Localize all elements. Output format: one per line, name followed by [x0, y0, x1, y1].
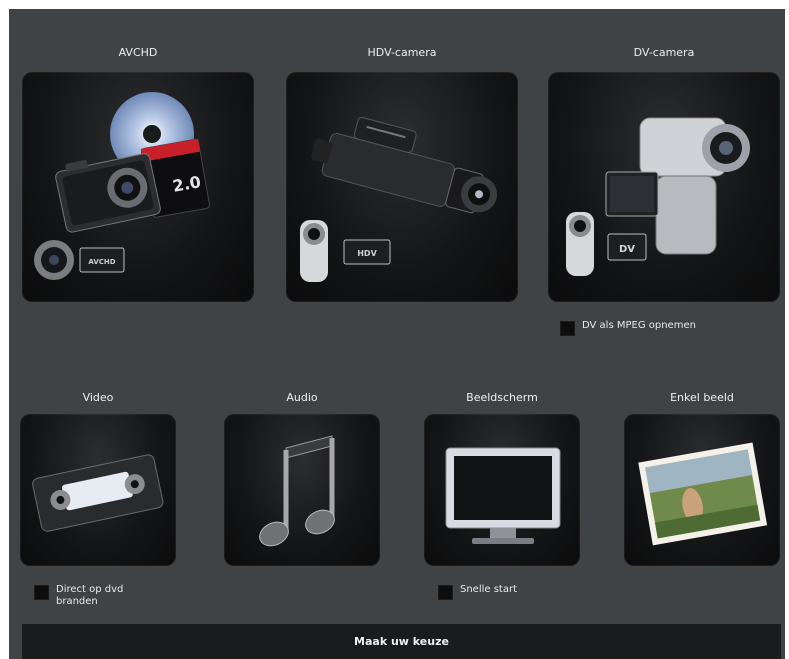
photo-icon — [638, 442, 768, 546]
hdv-badge: HDV — [357, 249, 377, 258]
label-audio: Audio — [286, 391, 318, 404]
avchd-badge: AVCHD — [88, 258, 115, 266]
make-choice-bar[interactable]: Maak uw keuze — [22, 624, 781, 659]
label-avchd: AVCHD — [118, 46, 158, 59]
quick-start-checkbox[interactable] — [438, 585, 453, 600]
burn-dvd-label: Direct op dvd branden — [56, 584, 124, 607]
label-screen: Beeldscherm — [466, 391, 538, 404]
avchd-camera-icon: 2.0 AVCHD — [34, 92, 210, 280]
quick-start-label: Snelle start — [460, 584, 518, 595]
hdv-camcorder-icon: HDV — [300, 116, 498, 282]
make-choice-label: Maak uw keuze — [354, 635, 449, 648]
dv-mpeg-checkbox[interactable] — [560, 321, 575, 336]
avchd-tile[interactable]: 2.0 AVCHD — [22, 72, 254, 302]
burn-dvd-option[interactable]: Direct op dvd branden — [34, 584, 166, 608]
music-note-icon — [259, 435, 335, 547]
dv-mpeg-label: DV als MPEG opnemen — [582, 320, 696, 331]
audio-tile[interactable] — [224, 414, 380, 566]
label-hdv: HDV-camera — [367, 46, 437, 59]
label-dv: DV-camera — [633, 46, 695, 59]
video-tile[interactable] — [20, 414, 176, 566]
label-video: Video — [82, 391, 114, 404]
quick-start-option[interactable]: Snelle start — [438, 584, 517, 600]
burn-dvd-checkbox[interactable] — [34, 585, 49, 600]
dv-mpeg-option[interactable]: DV als MPEG opnemen — [560, 320, 696, 336]
dv-tile[interactable]: DV — [548, 72, 780, 302]
label-still: Enkel beeld — [670, 391, 734, 404]
monitor-icon — [445, 447, 561, 544]
hdv-tile[interactable]: HDV — [286, 72, 518, 302]
videotape-icon — [32, 454, 164, 532]
screen-tile[interactable] — [424, 414, 580, 566]
dv-camcorder-icon: DV — [566, 117, 750, 276]
still-image-tile[interactable] — [624, 414, 780, 566]
dv-badge: DV — [619, 244, 635, 255]
